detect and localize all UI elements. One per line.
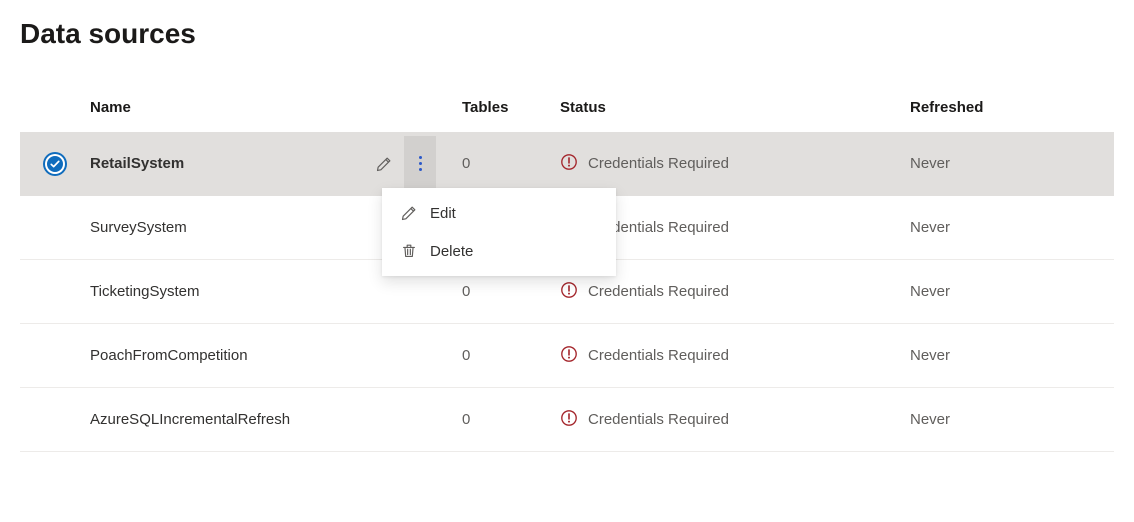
- data-sources-table: Name Tables Status Refreshed RetailSyste…: [20, 82, 1114, 452]
- row-status: Credentials Required: [588, 411, 729, 428]
- row-refreshed: Never: [890, 411, 1114, 428]
- row-refreshed: Never: [890, 219, 1114, 236]
- col-header-name[interactable]: Name: [90, 99, 340, 116]
- table-row[interactable]: PoachFromCompetition 0 Credentials Requi…: [20, 324, 1114, 388]
- row-status: Credentials Required: [588, 283, 729, 300]
- row-refreshed: Never: [890, 155, 1114, 172]
- more-actions-button[interactable]: [404, 136, 436, 192]
- menu-item-edit[interactable]: Edit: [382, 194, 616, 232]
- col-header-tables[interactable]: Tables: [440, 99, 540, 116]
- row-status: Credentials Required: [588, 347, 729, 364]
- alert-circle-icon: [560, 281, 578, 303]
- trash-icon: [400, 242, 418, 260]
- row-name: TicketingSystem: [90, 283, 340, 300]
- row-tables: 0: [440, 155, 540, 172]
- page-title: Data sources: [20, 18, 1114, 50]
- row-refreshed: Never: [890, 347, 1114, 364]
- row-status: Credentials Required: [588, 155, 729, 172]
- table-header: Name Tables Status Refreshed: [20, 82, 1114, 132]
- table-row[interactable]: AzureSQLIncrementalRefresh 0 Credentials…: [20, 388, 1114, 452]
- row-name: PoachFromCompetition: [90, 347, 340, 364]
- vertical-dots-icon: [419, 156, 422, 171]
- row-refreshed: Never: [890, 283, 1114, 300]
- col-header-status[interactable]: Status: [540, 99, 890, 116]
- col-header-refreshed[interactable]: Refreshed: [890, 99, 1114, 116]
- menu-item-label: Edit: [430, 205, 456, 222]
- edit-row-button[interactable]: [368, 148, 400, 180]
- row-name: SurveySystem: [90, 219, 340, 236]
- table-row[interactable]: RetailSystem 0 Credentials Required Neve…: [20, 132, 1114, 196]
- row-tables: 0: [440, 411, 540, 428]
- row-name: RetailSystem: [90, 155, 340, 172]
- alert-circle-icon: [560, 409, 578, 431]
- row-tables: 0: [440, 283, 540, 300]
- alert-circle-icon: [560, 153, 578, 175]
- alert-circle-icon: [560, 345, 578, 367]
- row-tables: 0: [440, 347, 540, 364]
- row-context-menu: Edit Delete: [382, 188, 616, 276]
- pencil-icon: [400, 204, 418, 222]
- row-name: AzureSQLIncrementalRefresh: [90, 411, 340, 428]
- menu-item-delete[interactable]: Delete: [382, 232, 616, 270]
- row-checkbox[interactable]: [45, 154, 65, 174]
- check-icon: [49, 158, 61, 170]
- pencil-icon: [375, 155, 393, 173]
- menu-item-label: Delete: [430, 243, 473, 260]
